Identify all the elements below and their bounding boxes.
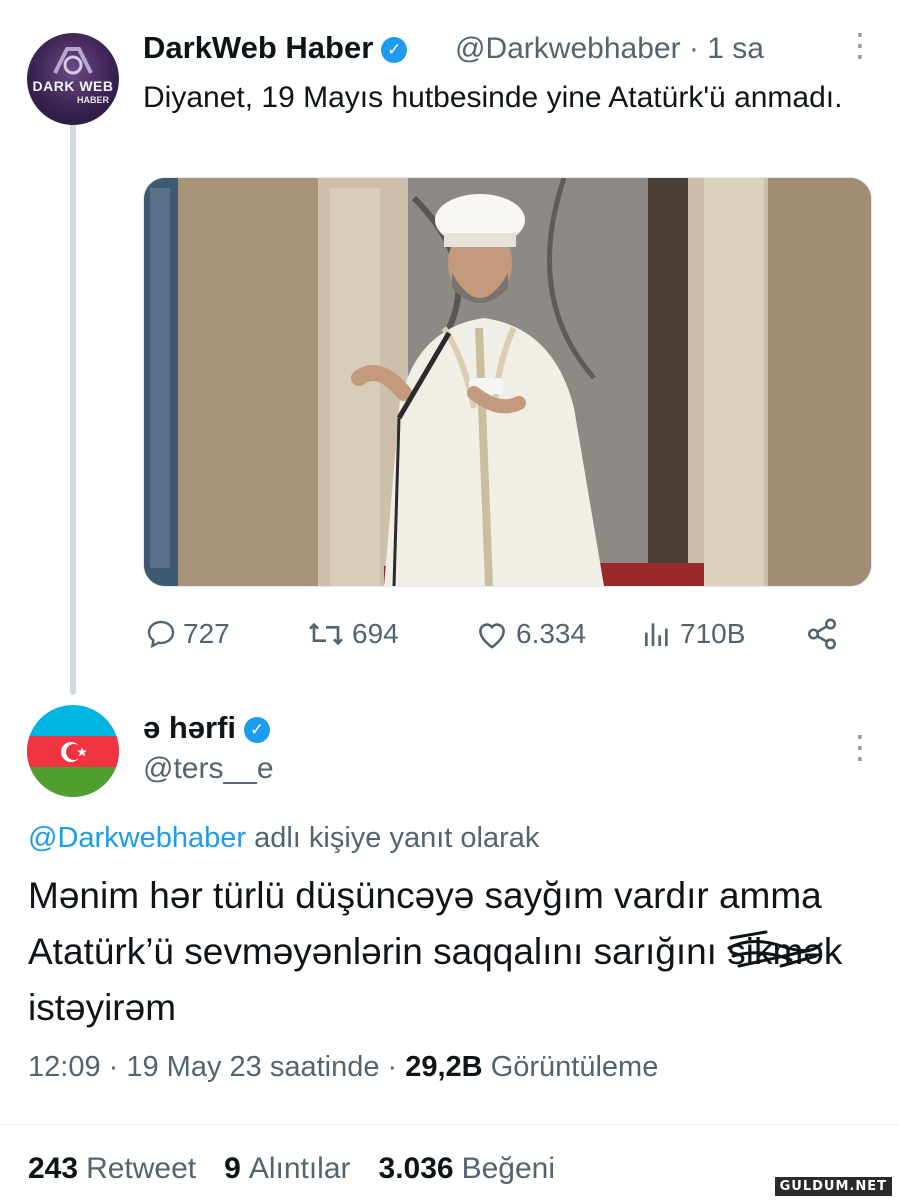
avatar-sublabel: HABER [76, 95, 109, 105]
display-name-text[interactable]: DarkWeb Haber [143, 30, 373, 65]
engagement-stats: 243 Retweet 9 Alıntılar 3.036 Beğeni [28, 1152, 555, 1186]
tweet-text-part-3: istəyirəm [28, 987, 177, 1028]
share-action[interactable] [804, 614, 846, 654]
more-dots-icon[interactable]: ⋮ [844, 29, 876, 61]
retweet-icon [309, 622, 343, 646]
display-name[interactable]: DarkWeb Haber ✓ [143, 30, 408, 66]
thread-line [70, 120, 76, 695]
retweet-action[interactable]: 694 [306, 614, 399, 654]
views-label: Görüntüleme [490, 1051, 659, 1083]
retweets-total: 243 [28, 1152, 79, 1185]
likes-total: 3.036 [378, 1152, 454, 1185]
handle-and-time[interactable]: @Darkwebhaber · 1 sa [455, 32, 764, 66]
views-count: 710B [680, 618, 746, 649]
avatar-flag[interactable] [27, 705, 119, 797]
more-dots-icon[interactable]: ⋮ [844, 731, 876, 763]
share-icon [807, 618, 837, 650]
tweet-meta: 12:09 · 19 May 23 saatinde · 29,2B Görün… [28, 1051, 658, 1084]
like-icon [479, 623, 505, 649]
views-action[interactable]: 710B [640, 614, 745, 654]
reply-action[interactable]: 727 [145, 614, 230, 654]
scribble-mark [727, 930, 823, 968]
replying-mention-link[interactable]: @Darkwebhaber [28, 822, 246, 854]
like-action[interactable]: 6.334 [474, 614, 586, 654]
tweet-text: Diyanet, 19 Mayıs hutbesinde yine Atatür… [143, 81, 843, 114]
avatar-logo-icon [53, 47, 93, 75]
likes-stat[interactable]: 3.036 Beğeni [379, 1152, 556, 1185]
display-name-text-2[interactable]: ə hərfi [143, 710, 236, 745]
replying-to: @Darkwebhaber adlı kişiye yanıt olarak [28, 822, 539, 855]
tweet-image[interactable] [143, 177, 872, 587]
crescent-star-icon [61, 742, 87, 762]
display-name-2[interactable]: ə hərfi ✓ [143, 710, 271, 746]
retweet-count: 694 [352, 618, 399, 649]
photo-illustration [144, 178, 871, 586]
avatar-label: DARK WEB [32, 78, 114, 94]
handle-2[interactable]: @ters__e [143, 752, 274, 786]
replying-suffix: adlı kişiye yanıt olarak [254, 822, 540, 854]
tweet-text-part-1: Mənim hər türlü düşüncəyə sayğım vardır … [28, 875, 822, 972]
quotes-label: Alıntılar [248, 1152, 351, 1185]
like-count: 6.334 [516, 618, 587, 649]
quotes-total: 9 [224, 1152, 241, 1185]
verified-badge-icon: ✓ [381, 37, 408, 63]
tweet-timestamp[interactable]: 12:09 · 19 May 23 saatinde · [28, 1051, 397, 1083]
scribbled-word: sikmək [727, 924, 842, 980]
divider [0, 1124, 898, 1125]
quotes-stat[interactable]: 9 Alıntılar [224, 1152, 350, 1185]
watermark: GULDUM.NET [774, 1177, 892, 1196]
retweets-stat[interactable]: 243 Retweet [28, 1152, 196, 1185]
tweet-text-2: Mənim hər türlü düşüncəyə sayğım vardır … [28, 868, 878, 1036]
reply-count: 727 [183, 618, 230, 649]
avatar[interactable]: DARK WEB HABER [27, 33, 119, 125]
flag-green-band [27, 767, 119, 797]
verified-badge-icon: ✓ [244, 717, 271, 743]
likes-label: Beğeni [461, 1152, 556, 1185]
views-total: 29,2B [405, 1051, 483, 1083]
views-icon [645, 623, 668, 646]
retweets-label: Retweet [86, 1152, 197, 1185]
reply-icon [147, 620, 175, 649]
